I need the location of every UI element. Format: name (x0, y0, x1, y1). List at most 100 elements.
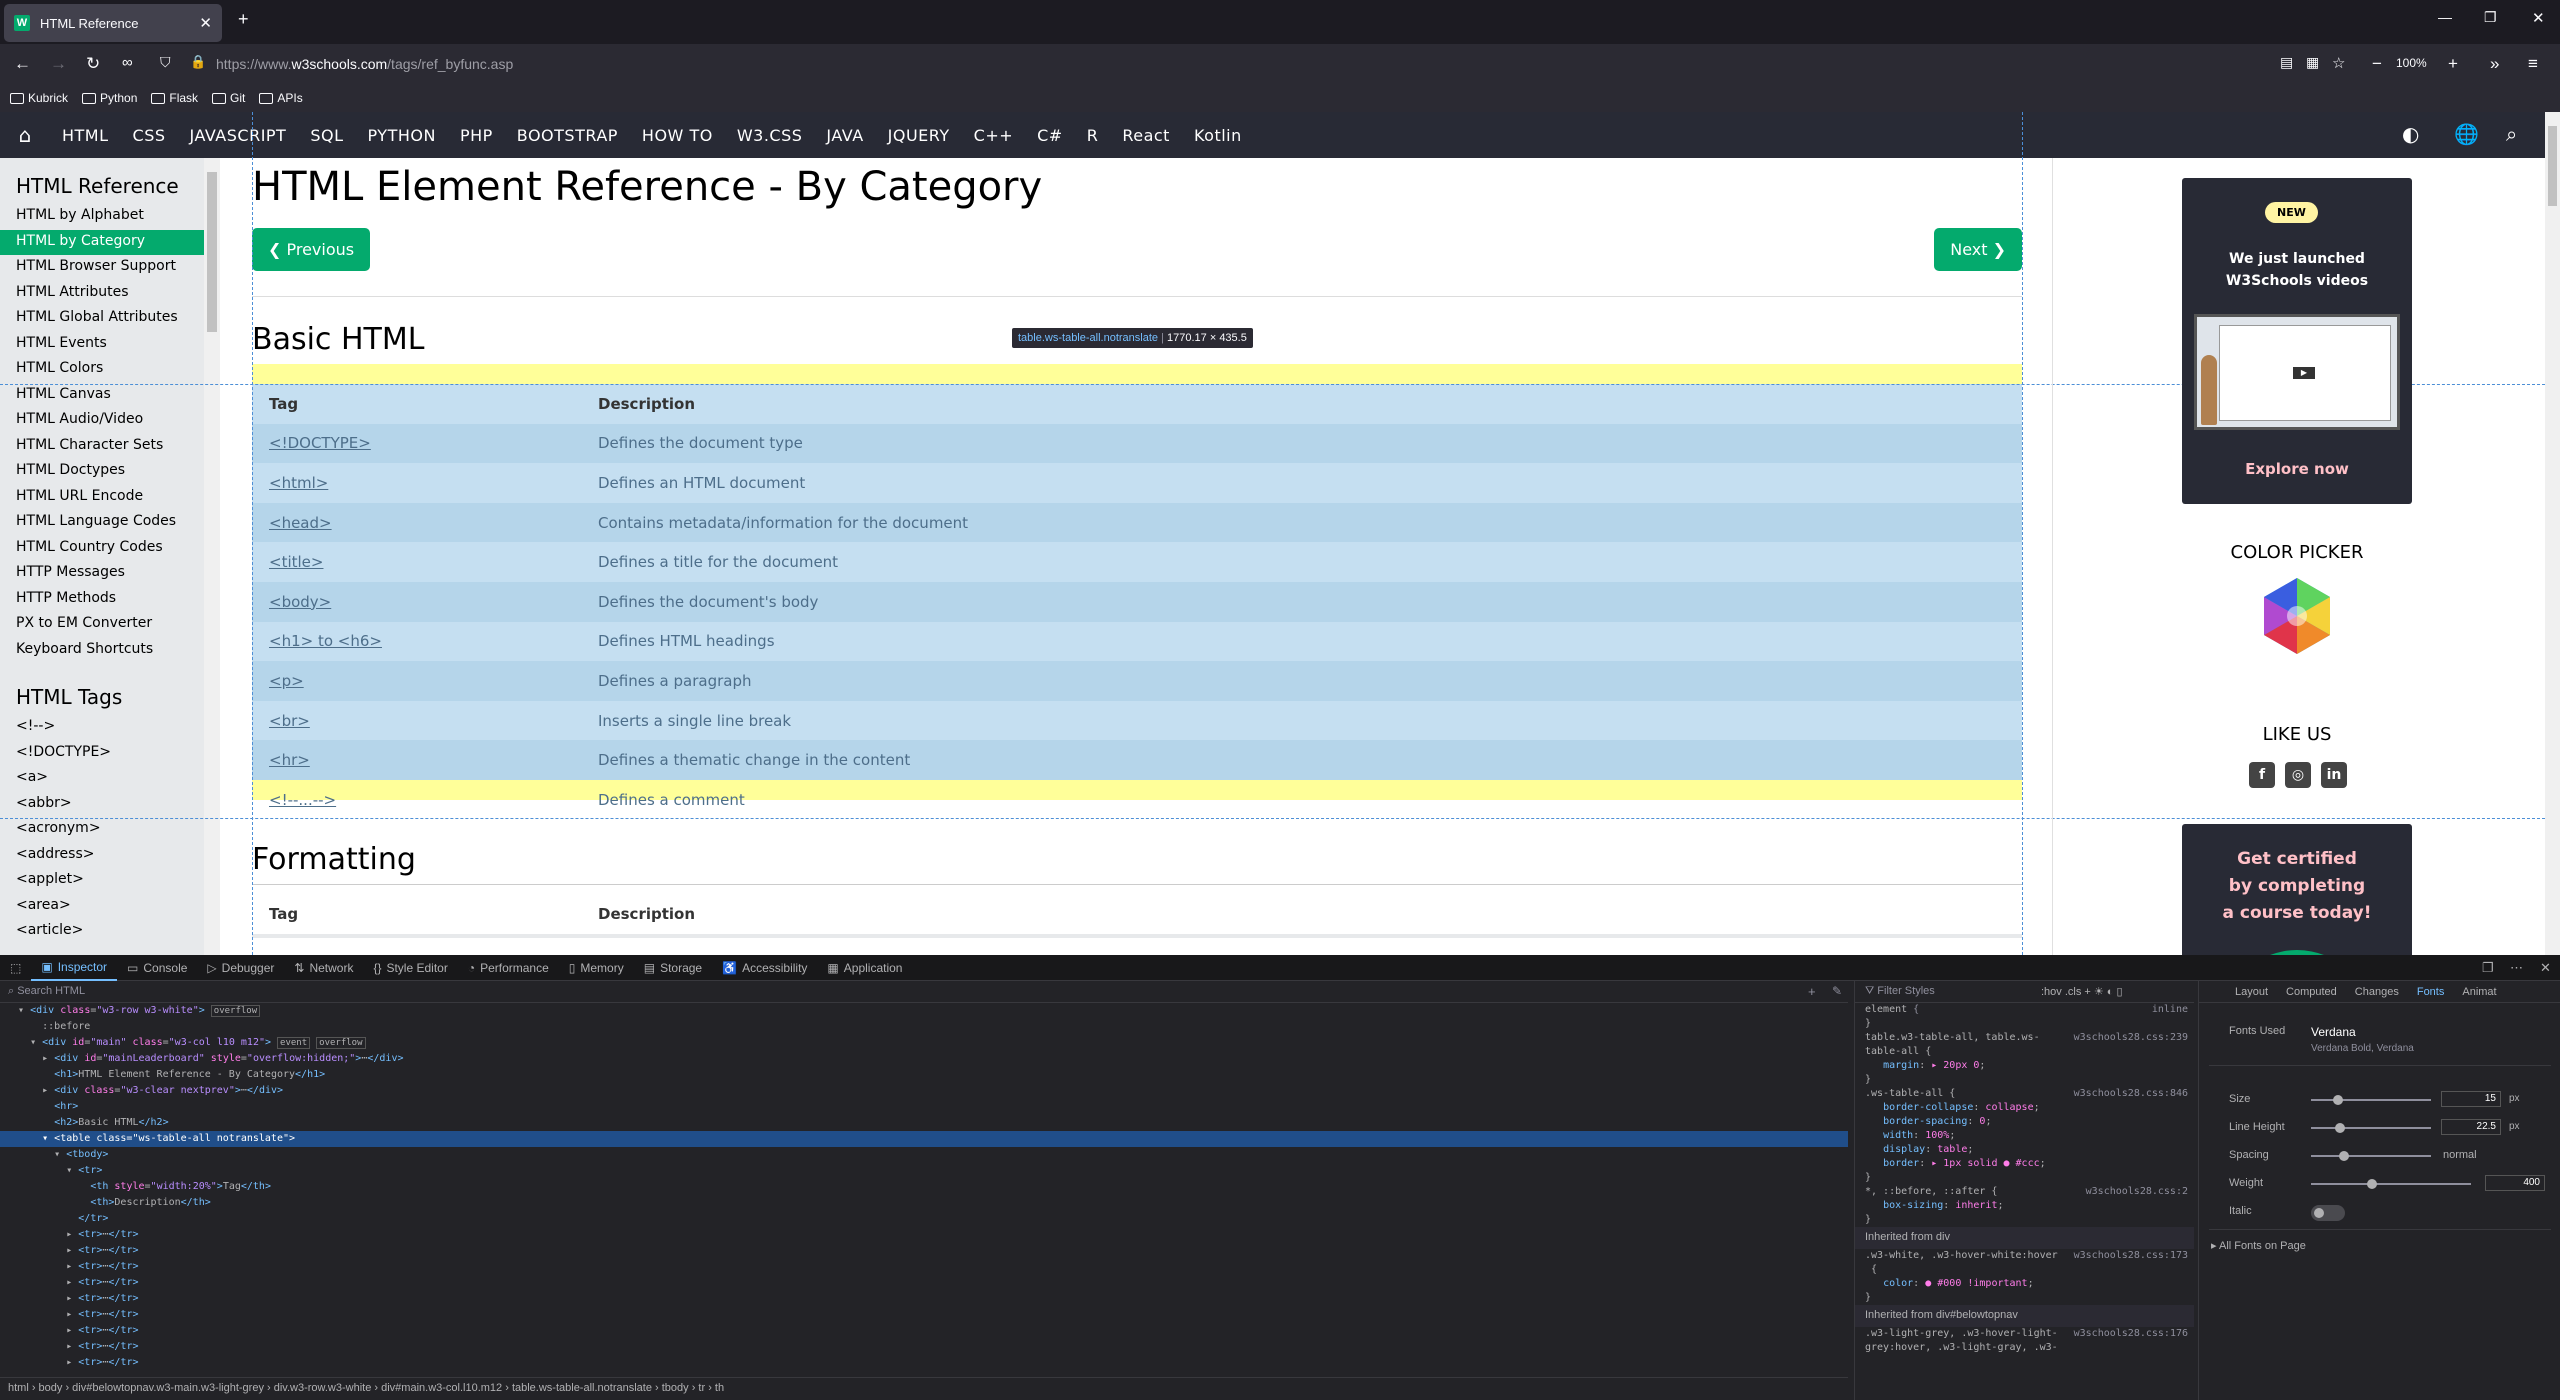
sidebar-item[interactable]: HTML Character Sets (0, 434, 220, 460)
css-rule[interactable]: } (1855, 1171, 2194, 1185)
tab-console[interactable]: ▭ Console (117, 955, 197, 981)
css-rule[interactable]: border: ▸ 1px solid ● #ccc; (1855, 1157, 2194, 1171)
nav-css[interactable]: CSS (121, 126, 178, 145)
tab-computed[interactable]: Computed (2286, 986, 2337, 998)
scrollbar-thumb[interactable] (207, 172, 217, 332)
tag-link[interactable]: <hr> (252, 751, 598, 769)
nav-python[interactable]: PYTHON (356, 126, 448, 145)
dom-node[interactable]: ▸ <tr>⋯</tr> (0, 1259, 1848, 1275)
nav-sql[interactable]: SQL (298, 126, 355, 145)
tag-link[interactable]: <br> (252, 712, 598, 730)
next-button[interactable]: Next ❯ (1934, 228, 2022, 271)
facebook-icon[interactable]: f (2249, 762, 2275, 788)
dom-node[interactable]: ▸ <tr>⋯</tr> (0, 1323, 1848, 1339)
close-devtools-icon[interactable]: ✕ (2540, 960, 2551, 976)
slider-knob[interactable] (2333, 1095, 2343, 1105)
dom-node[interactable]: <th>Description</th> (0, 1195, 1848, 1211)
dom-node[interactable]: ▾ <div id="main" class="w3-col l10 m12">… (0, 1035, 1848, 1051)
pick-element-icon[interactable]: ⬚ (0, 955, 31, 981)
italic-toggle[interactable] (2311, 1205, 2345, 1221)
overflow-chevron-icon[interactable]: » (2490, 54, 2499, 74)
sidebar-item[interactable]: PX to EM Converter (0, 612, 220, 638)
dark-mode-icon[interactable]: ◐ (2402, 122, 2419, 146)
dom-node[interactable]: <hr> (0, 1099, 1848, 1115)
nav-r[interactable]: R (1075, 126, 1111, 145)
line-height-slider[interactable] (2311, 1123, 2431, 1133)
nav-react[interactable]: React (1110, 126, 1182, 145)
dom-node[interactable]: ▸ <div class="w3-clear nextprev">⋯</div> (0, 1083, 1848, 1099)
dom-node[interactable]: <h2>Basic HTML</h2> (0, 1115, 1848, 1131)
dom-node[interactable]: ▸ <div id="mainLeaderboard" style="overf… (0, 1051, 1848, 1067)
css-rule[interactable]: .w3-light-grey, .w3-hover-light-w3school… (1855, 1327, 2194, 1341)
sidebar-item[interactable]: HTTP Messages (0, 561, 220, 587)
tag-link[interactable]: <head> (252, 514, 598, 532)
page-scrollbar[interactable] (2545, 112, 2560, 955)
zoom-level[interactable]: 100% (2396, 56, 2427, 70)
tab-memory[interactable]: ▯ Memory (559, 955, 634, 981)
css-rule[interactable]: table.w3-table-all, table.ws-w3schools28… (1855, 1031, 2194, 1045)
tag-link[interactable]: <title> (252, 553, 598, 571)
sidebar-item[interactable]: HTML Attributes (0, 281, 220, 307)
css-rule[interactable]: table-all { (1855, 1045, 2194, 1059)
dom-node[interactable]: ▾ <tbody> (0, 1147, 1848, 1163)
extensions-grid-icon[interactable]: ▦ (2306, 54, 2319, 71)
nav-csharp[interactable]: C# (1025, 126, 1075, 145)
sidebar-tag-item[interactable]: <!--> (0, 715, 220, 741)
css-rule[interactable]: .w3-white, .w3-hover-white:hover w3school… (1855, 1249, 2194, 1263)
explore-now-link[interactable]: Explore now (2182, 460, 2412, 478)
sidebar-item[interactable]: HTML Events (0, 332, 220, 358)
slider-knob[interactable] (2335, 1123, 2345, 1133)
browser-tab[interactable]: W HTML Reference ✕ (4, 4, 222, 42)
tag-link[interactable]: <!--...--> (252, 791, 598, 809)
dom-node[interactable]: ▾ <tr> (0, 1163, 1848, 1179)
dom-node[interactable]: <h1>HTML Element Reference - By Category… (0, 1067, 1848, 1083)
close-tab-icon[interactable]: ✕ (199, 14, 212, 32)
css-rule[interactable]: *, ::before, ::after {w3schools28.css:2 (1855, 1185, 2194, 1199)
css-rule[interactable]: } (1855, 1073, 2194, 1087)
url-bar[interactable]: https://www.w3schools.com/tags/ref_byfun… (216, 56, 513, 72)
dom-node[interactable]: </tr> (0, 1211, 1848, 1227)
dom-node[interactable]: ▸ <tr>⋯</tr> (0, 1243, 1848, 1259)
dom-node[interactable]: ▸ <tr>⋯</tr> (0, 1291, 1848, 1307)
size-input[interactable]: 15 (2441, 1091, 2501, 1107)
nav-cpp[interactable]: C++ (962, 126, 1025, 145)
sidebar-tag-item[interactable]: <abbr> (0, 792, 220, 818)
nav-w3css[interactable]: W3.CSS (725, 126, 815, 145)
tab-changes[interactable]: Changes (2355, 986, 2399, 998)
css-rule[interactable]: border-collapse: collapse; (1855, 1101, 2194, 1115)
css-rule[interactable]: color: ● #000 !important; (1855, 1277, 2194, 1291)
dom-node[interactable]: ▸ <tr>⋯</tr> (0, 1339, 1848, 1355)
bookmark-star-icon[interactable]: ☆ (2332, 54, 2345, 72)
tag-link[interactable]: <p> (252, 672, 598, 690)
eyedropper-icon[interactable]: ✎ (1832, 984, 1842, 998)
minimize-icon[interactable]: — (2438, 9, 2452, 25)
css-rule[interactable]: width: 100%; (1855, 1129, 2194, 1143)
css-rule[interactable]: grey:hover, .w3-light-gray, .w3- (1855, 1341, 2194, 1355)
tab-fonts[interactable]: Fonts (2417, 986, 2445, 998)
video-ad-box[interactable]: NEW We just launched W3Schools videos ▶ E… (2182, 178, 2412, 504)
sidebar-tag-item[interactable]: <acronym> (0, 817, 220, 843)
bookmark-flask[interactable]: Flask (151, 91, 198, 105)
linkedin-icon[interactable]: in (2321, 762, 2347, 788)
bookmark-kubrick[interactable]: Kubrick (10, 91, 68, 105)
globe-icon[interactable]: 🌐 (2454, 122, 2479, 146)
home-icon[interactable]: ⌂ (0, 123, 50, 147)
play-icon[interactable]: ▶ (2293, 367, 2315, 379)
sidebar-item[interactable]: HTML Colors (0, 357, 220, 383)
sidebar-scrollbar[interactable] (204, 158, 220, 955)
close-window-icon[interactable]: ✕ (2532, 9, 2545, 27)
nav-php[interactable]: PHP (448, 126, 505, 145)
size-unit[interactable]: px (2509, 1093, 2520, 1104)
dom-node[interactable]: ▸ <tr>⋯</tr> (0, 1275, 1848, 1291)
css-rule[interactable]: box-sizing: inherit; (1855, 1199, 2194, 1213)
nav-howto[interactable]: HOW TO (630, 126, 725, 145)
sidebar-item[interactable]: HTML Audio/Video (0, 408, 220, 434)
forward-icon[interactable]: → (50, 54, 67, 74)
nav-html[interactable]: HTML (50, 126, 121, 145)
nav-bootstrap[interactable]: BOOTSTRAP (505, 126, 630, 145)
sidebar-item[interactable]: HTML by Alphabet (0, 204, 220, 230)
tracking-protection-icon[interactable]: ∞ (122, 54, 133, 71)
nav-kotlin[interactable]: Kotlin (1182, 126, 1254, 145)
shield-icon[interactable]: ⛉ (160, 54, 171, 71)
tab-inspector[interactable]: ▣ Inspector (31, 955, 118, 981)
